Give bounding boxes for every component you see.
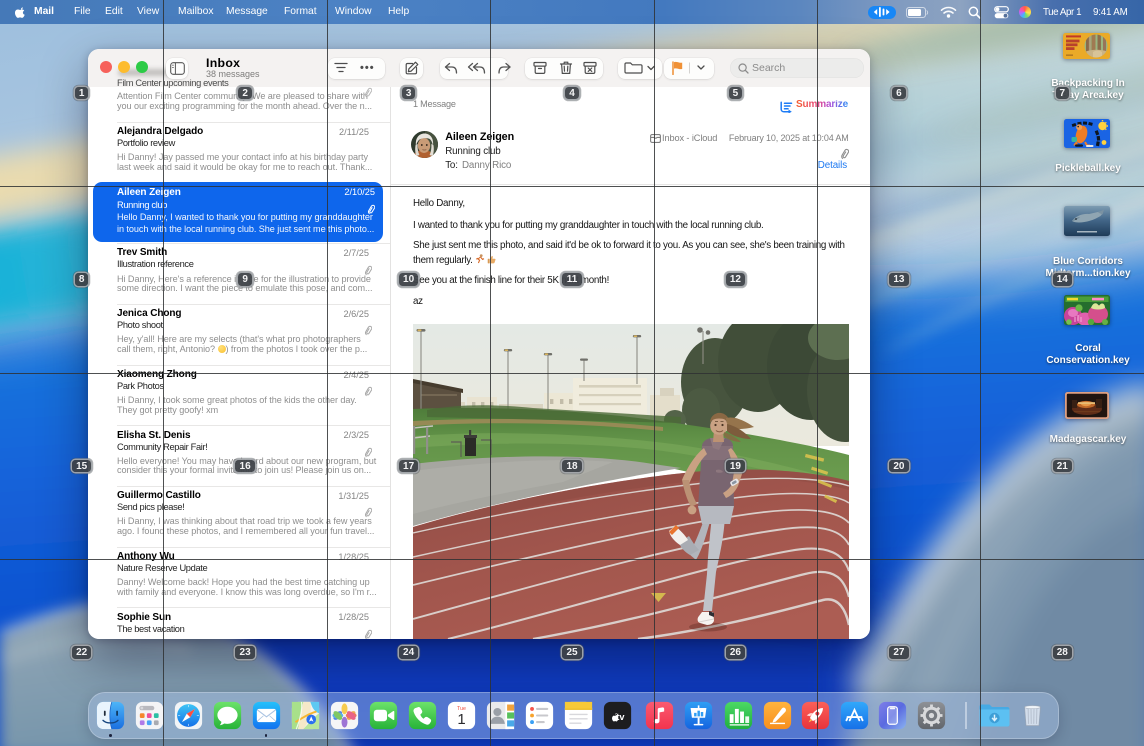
svg-text:1: 1 [457, 710, 465, 727]
svg-text:tv: tv [616, 711, 625, 721]
